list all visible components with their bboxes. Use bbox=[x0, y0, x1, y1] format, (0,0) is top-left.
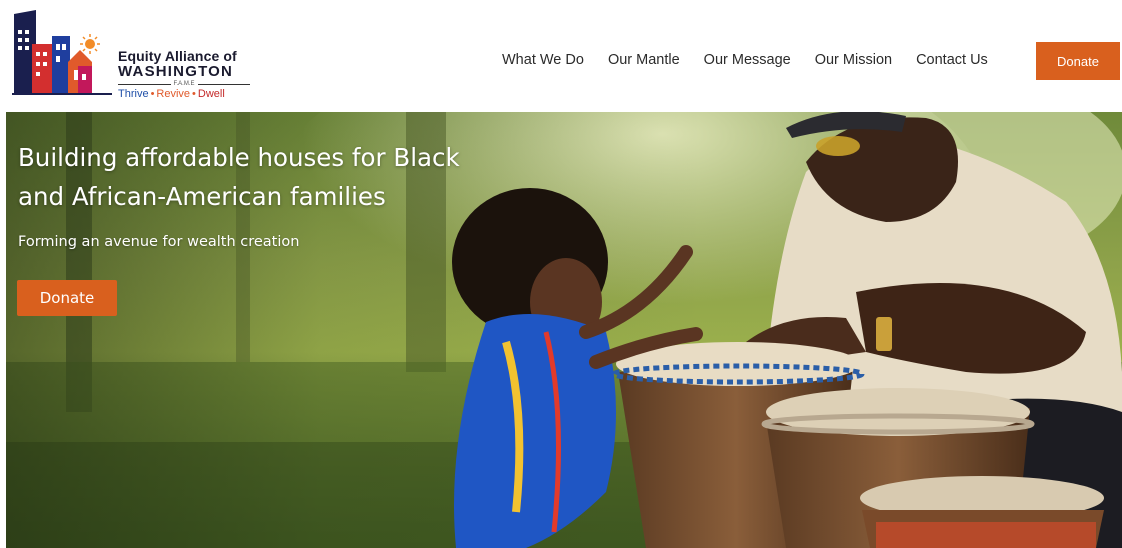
hero-donate-button[interactable]: Donate bbox=[17, 280, 117, 316]
tagline-dwell: Dwell bbox=[197, 88, 225, 100]
tagline-thrive: Thrive bbox=[118, 88, 149, 100]
site-logo[interactable]: Equity Alliance of WASHINGTON F.A.M.E Th… bbox=[12, 8, 252, 100]
hero-subtitle: Forming an avenue for wealth creation bbox=[18, 234, 300, 250]
logo-acronym: F.A.M.E bbox=[173, 81, 195, 87]
logo-acronym-row: F.A.M.E bbox=[118, 81, 251, 87]
logo-name-line1: Equity Alliance of bbox=[118, 48, 237, 64]
logo-wordmark: Equity Alliance of WASHINGTON F.A.M.E Th… bbox=[118, 48, 251, 100]
hero-title: Building affordable houses for Black and… bbox=[18, 143, 460, 211]
hero-section: Building affordable houses for Black and… bbox=[6, 112, 1122, 548]
nav-item-our-message[interactable]: Our Message bbox=[704, 52, 791, 68]
header-donate-button[interactable]: Donate bbox=[1036, 42, 1120, 80]
main-nav: What We Do Our Mantle Our Message Our Mi… bbox=[502, 52, 1012, 68]
nav-item-our-mantle[interactable]: Our Mantle bbox=[608, 52, 680, 68]
nav-item-our-mission[interactable]: Our Mission bbox=[815, 52, 892, 68]
nav-item-contact-us[interactable]: Contact Us bbox=[916, 52, 988, 68]
tagline-revive: Revive bbox=[156, 88, 191, 100]
logo-name-line2: WASHINGTON bbox=[118, 63, 234, 80]
nav-item-what-we-do[interactable]: What We Do bbox=[502, 52, 584, 68]
site-header: Equity Alliance of WASHINGTON F.A.M.E Th… bbox=[0, 0, 1122, 112]
logo-buildings-icon bbox=[12, 10, 112, 95]
logo-tagline: Thrive • Revive • Dwell bbox=[118, 88, 225, 100]
